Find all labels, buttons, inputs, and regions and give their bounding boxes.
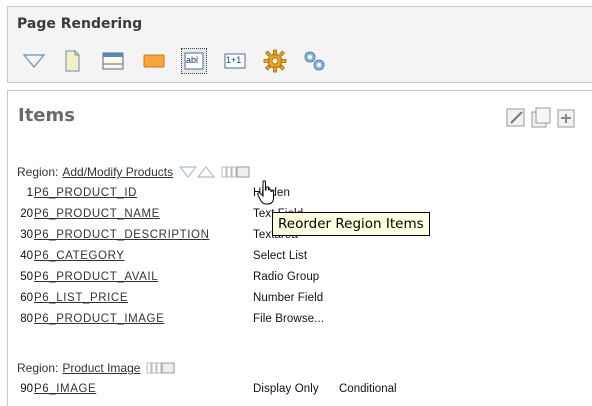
region-header-product-image: Region: Product Image — [17, 361, 176, 375]
item-name-link[interactable]: P6_PRODUCT_DESCRIPTION — [34, 229, 210, 241]
item-display-type: Radio Group — [253, 271, 320, 283]
item-display-type: Display Only — [253, 383, 319, 395]
item-sequence: 30 — [20, 229, 33, 241]
item-name-link[interactable]: P6_IMAGE — [34, 383, 96, 395]
page-icon[interactable] — [59, 48, 85, 74]
item-sequence: 20 — [20, 208, 33, 220]
item-icon[interactable]: abl — [181, 48, 207, 74]
region-grid-layout-icon[interactable] — [221, 166, 251, 178]
region-header-add-modify-products: Region: Add/Modify Products — [17, 165, 251, 179]
region-label: Region: — [17, 361, 59, 375]
reorder-tooltip: Reorder Region Items — [272, 212, 430, 236]
item-sequence: 50 — [20, 271, 33, 283]
items-panel: Items — [7, 90, 592, 406]
reorder-down-icon[interactable] — [179, 166, 198, 178]
item-name-link[interactable]: P6_PRODUCT_AVAIL — [34, 271, 158, 283]
region-link-add-modify-products[interactable]: Add/Modify Products — [62, 165, 173, 179]
item-display-type: Number Field — [253, 292, 324, 304]
copy-icon — [531, 107, 551, 128]
edit-all-icon — [506, 108, 525, 127]
add-icon — [557, 109, 575, 128]
item-name-link[interactable]: P6_CATEGORY — [34, 250, 125, 262]
item-name-link[interactable]: P6_PRODUCT_ID — [34, 187, 137, 199]
item-condition: Conditional — [339, 383, 397, 395]
item-name-link[interactable]: P6_LIST_PRICE — [34, 292, 128, 304]
item-sequence: 40 — [20, 250, 33, 262]
region-reorder-controls — [146, 362, 176, 374]
shared-components-gears-icon[interactable] — [302, 48, 328, 74]
hand-pointer-cursor-icon — [256, 180, 278, 210]
item-name-link[interactable]: P6_PRODUCT_IMAGE — [34, 313, 164, 325]
page-rendering-panel: Page Rendering abl 1+1 — [7, 6, 592, 83]
button-icon[interactable] — [141, 48, 167, 74]
page-rendering-title: Page Rendering — [17, 16, 143, 32]
region-label: Region: — [17, 165, 59, 179]
reorder-region-items-icon[interactable] — [197, 166, 216, 178]
item-name-link[interactable]: P6_PRODUCT_NAME — [34, 208, 160, 220]
item-sequence: 80 — [20, 313, 33, 325]
item-sequence: 60 — [20, 292, 33, 304]
region-grid-layout-icon[interactable] — [146, 362, 176, 374]
items-corner-icons — [506, 107, 592, 133]
region-icon[interactable] — [100, 48, 126, 74]
computation-icon[interactable]: 1+1 — [222, 48, 248, 74]
item-icon-label: abl — [186, 55, 199, 65]
region-reorder-controls — [179, 166, 251, 178]
item-sequence: 1 — [26, 187, 33, 199]
computation-icon-label: 1+1 — [226, 55, 242, 65]
region-link-product-image[interactable]: Product Image — [62, 361, 140, 375]
collapse-triangle-icon[interactable] — [21, 48, 47, 74]
item-display-type: File Browse... — [253, 313, 325, 325]
process-gear-icon[interactable] — [262, 48, 288, 74]
items-title: Items — [18, 105, 75, 126]
item-sequence: 90 — [20, 383, 33, 395]
item-display-type: Select List — [253, 250, 308, 262]
